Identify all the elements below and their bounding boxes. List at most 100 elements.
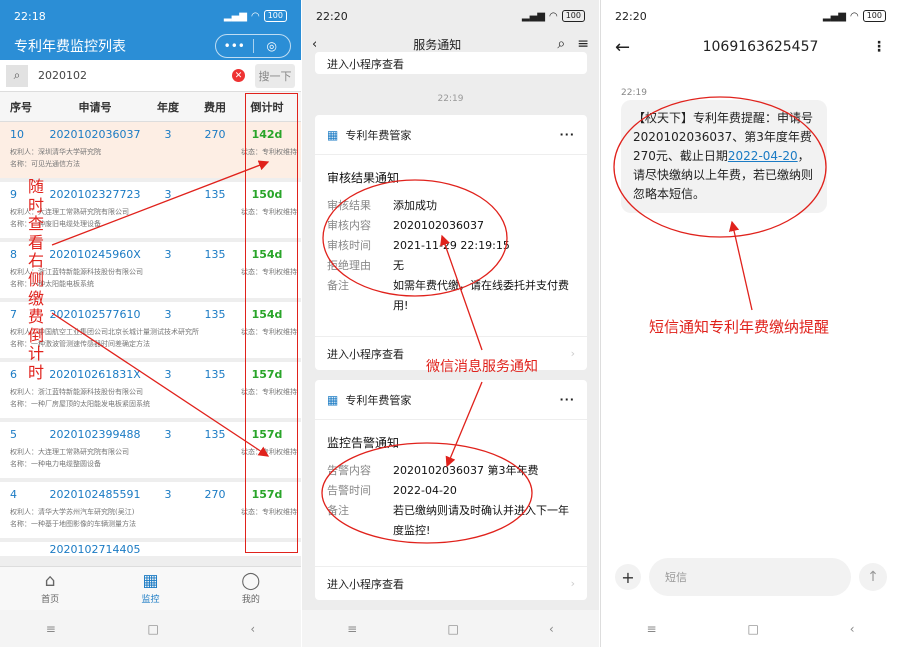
sms-input[interactable]: 短信: [649, 558, 851, 596]
row-fee: 270: [204, 127, 226, 141]
mini-program-link[interactable]: 进入小程序查看 ›: [315, 566, 587, 600]
field-value: 2020102036037: [393, 219, 484, 232]
col-header-year: 年度: [157, 100, 179, 114]
mini-program-capsule: ••• ◎: [215, 34, 291, 58]
countdown-highlight-box: [245, 93, 298, 553]
row-app-no: 2020102485591: [49, 487, 141, 501]
card-field: 拒绝理由 无: [315, 256, 587, 276]
row-fee: 135: [204, 307, 226, 321]
field-key: 拒绝理由: [327, 259, 371, 272]
status-time: 22:20: [615, 9, 647, 23]
tab-monitor[interactable]: ▦ 监控: [100, 567, 200, 610]
card-field: 备注 如需年费代缴，请在线委托并支付费用!: [315, 276, 587, 316]
back-arrow-icon[interactable]: ←: [615, 37, 655, 58]
field-value: 2022-04-20: [393, 484, 457, 497]
col-header-fee: 费用: [204, 100, 226, 114]
field-value: 无: [393, 259, 404, 272]
notification-card-review: ▦ 专利年费管家 ··· 审核结果通知 审核结果 添加成功 审核内容 20201020…: [315, 115, 587, 370]
menu-icon[interactable]: ≡: [577, 36, 589, 52]
tab-label: 监控: [141, 595, 160, 605]
card-field: 审核时间 2021-11-29 22:19:15: [315, 236, 587, 256]
signal-icon: ▂▄▆: [822, 10, 846, 22]
wifi-icon: ◠: [849, 10, 859, 22]
row-year: 3: [164, 427, 172, 441]
row-holder: 权利人：清华大学苏州汽车研究院(吴江): [10, 508, 135, 516]
battery-icon: 100: [561, 10, 585, 22]
row-app-no: 2020102327723: [49, 187, 141, 201]
phone-patent-fee-list: 22:18 ▂▄▆ ◠ 100 专利年费监控列表 ••• ◎ ⌕ 2020102…: [0, 0, 301, 647]
sms-bubble: 【权天下】专利年费提醒：申请号2020102036037、第3年度年费270元、…: [621, 100, 827, 213]
field-key: 备注: [327, 279, 349, 292]
search-icon[interactable]: ⌕: [557, 36, 565, 52]
app-title-bar: 专利年费监控列表 ••• ◎: [0, 32, 301, 60]
field-value: 如需年费代缴，请在线委托并支付费用!: [393, 279, 569, 312]
close-icon[interactable]: ◎: [254, 39, 291, 53]
card-field: 备注 若已缴纳则请及时确认并进入下一年度监控!: [315, 501, 587, 541]
page-title: 服务通知: [413, 37, 462, 52]
row-fee: 270: [204, 487, 226, 501]
compose-bar: + 短信 ↑: [601, 556, 900, 598]
home-square-icon[interactable]: □: [747, 622, 758, 636]
phone-service-notifications: 22:20 ▂▄▆ ◠ 100 ‹ 服务通知 ⌕ ≡ 进入小程序查看 22:19…: [301, 0, 599, 647]
annotation-sms: 短信通知专利年费缴纳提醒: [649, 318, 830, 336]
status-time: 22:20: [316, 9, 348, 23]
message-time: 22:19: [437, 94, 464, 104]
row-app-no: 2020102036037: [49, 127, 141, 141]
card-field: 审核结果 添加成功: [315, 196, 587, 216]
menu-icon[interactable]: ≡: [347, 622, 357, 636]
sender-name: 专利年费管家: [345, 128, 412, 142]
page-title: 专利年费监控列表: [14, 39, 126, 55]
user-icon: ◯: [241, 571, 261, 591]
back-icon[interactable]: ‹: [549, 622, 554, 636]
row-fee: 135: [204, 367, 226, 381]
sms-date-link[interactable]: 2022-04-20: [728, 149, 798, 163]
search-button[interactable]: 搜一下: [255, 63, 295, 88]
more-icon[interactable]: ···: [559, 393, 575, 406]
tab-mine[interactable]: ◯ 我的: [201, 567, 301, 610]
home-square-icon[interactable]: □: [447, 622, 458, 636]
mini-program-link[interactable]: 进入小程序查看: [315, 52, 587, 76]
calendar-icon: ▦: [327, 392, 339, 407]
calendar-icon: ▦: [327, 127, 339, 142]
plus-icon[interactable]: +: [615, 564, 641, 590]
search-input[interactable]: 2020102 ✕: [34, 64, 249, 88]
chevron-right-icon: ›: [570, 577, 575, 590]
home-icon: ⌂: [44, 571, 56, 591]
row-fee: 135: [204, 187, 226, 201]
menu-icon[interactable]: ≡: [46, 622, 56, 636]
search-icon[interactable]: ⌕: [6, 64, 28, 87]
header: ← 1069163625457 ⋮: [601, 32, 900, 62]
row-app-no: 2020102577610: [49, 307, 141, 321]
row-name: 名称：一种电力电缆整圆设备: [10, 460, 101, 468]
more-icon[interactable]: ···: [559, 128, 575, 141]
previous-card-footer[interactable]: 进入小程序查看: [315, 52, 587, 74]
field-key: 备注: [327, 504, 349, 517]
android-nav-bar: ≡ □ ‹: [0, 610, 301, 647]
back-icon[interactable]: ‹: [250, 622, 255, 636]
more-vert-icon[interactable]: ⋮: [866, 39, 886, 55]
home-square-icon[interactable]: □: [147, 622, 158, 636]
row-fee: 135: [204, 247, 226, 261]
row-no: 5: [10, 427, 17, 441]
back-icon[interactable]: ‹: [850, 622, 855, 636]
field-value: 添加成功: [393, 199, 437, 212]
row-name: 名称：一种基于地图影像的车辆测量方法: [10, 520, 136, 528]
menu-icon[interactable]: ≡: [646, 622, 656, 636]
signal-icon: ▂▄▆: [521, 10, 545, 22]
row-name: 名称：一种太阳能电板系统: [10, 280, 94, 288]
field-key: 告警内容: [327, 464, 371, 477]
tab-home[interactable]: ⌂ 首页: [0, 567, 100, 610]
calendar-icon: ▦: [142, 571, 159, 591]
status-time: 22:18: [14, 9, 46, 23]
battery-icon: 100: [862, 10, 886, 22]
more-icon[interactable]: •••: [216, 39, 253, 53]
search-value: 2020102: [38, 69, 87, 82]
clear-icon[interactable]: ✕: [232, 69, 245, 82]
row-holder: 权利人：大连理工常熟研究院有限公司: [10, 448, 129, 456]
send-arrow-icon[interactable]: ↑: [859, 563, 887, 591]
field-value: 2020102036037 第3年年费: [393, 464, 539, 477]
tab-bar: ⌂ 首页 ▦ 监控 ◯ 我的: [0, 566, 301, 610]
row-name: 名称：可见光通信方法: [10, 160, 80, 168]
field-key: 告警时间: [327, 484, 371, 497]
field-key: 审核结果: [327, 199, 371, 212]
